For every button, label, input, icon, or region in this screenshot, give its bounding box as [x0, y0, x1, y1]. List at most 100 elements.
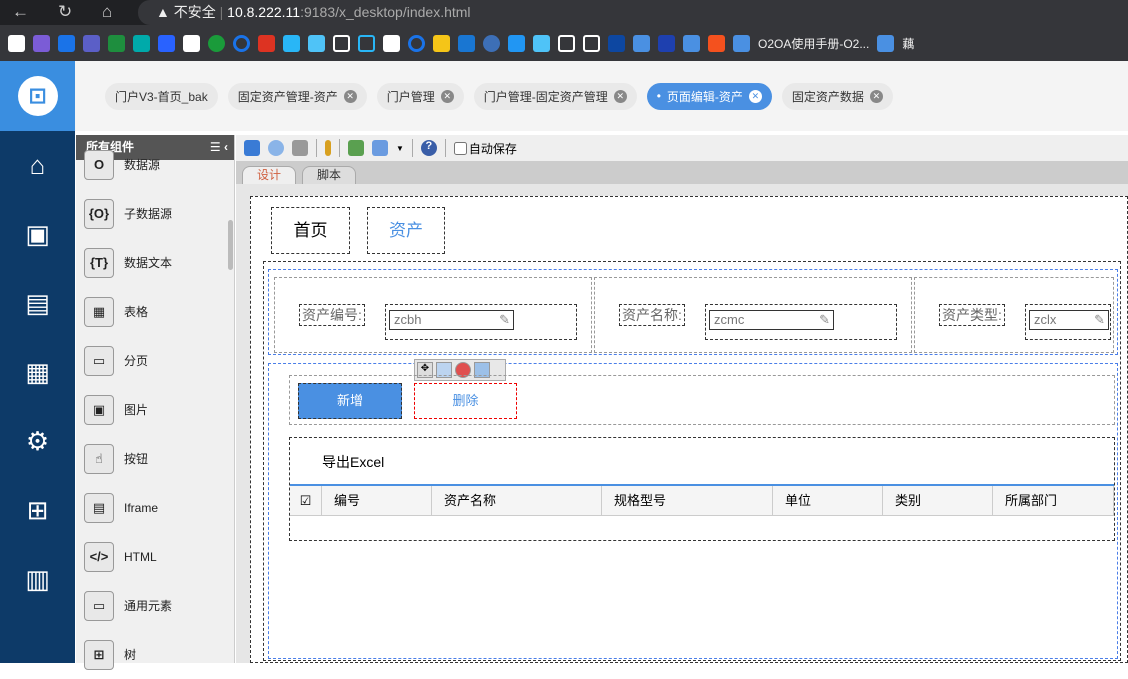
- component-icon: {O}: [84, 198, 114, 229]
- close-icon[interactable]: ✕: [869, 89, 883, 103]
- column-header[interactable]: 类别: [883, 486, 993, 515]
- window-tab[interactable]: 门户管理 ✕: [376, 82, 464, 110]
- close-icon[interactable]: ✕: [343, 89, 357, 103]
- bookmark-icon[interactable]: [108, 34, 125, 52]
- print-icon[interactable]: [292, 140, 308, 156]
- close-icon[interactable]: ✕: [748, 89, 762, 103]
- wand-icon[interactable]: [325, 140, 331, 156]
- component-item[interactable]: ▣ 图片: [76, 385, 234, 434]
- bookmark-icon[interactable]: [733, 34, 750, 52]
- bookmark-icon[interactable]: [583, 34, 600, 52]
- app-logo[interactable]: ⊡: [0, 61, 75, 131]
- bookmark-icon[interactable]: [633, 34, 650, 52]
- bookmark-icon[interactable]: [558, 34, 575, 52]
- bookmark-icon[interactable]: [283, 34, 300, 52]
- component-item[interactable]: {O} 子数据源: [76, 189, 234, 238]
- column-header[interactable]: 规格型号: [602, 486, 773, 515]
- bookmark-icon[interactable]: [458, 34, 475, 52]
- bookmark-icon[interactable]: [508, 34, 525, 52]
- bookmark-icon[interactable]: [483, 34, 500, 52]
- reload-icon[interactable]: ↻: [58, 2, 72, 22]
- close-icon[interactable]: ✕: [613, 89, 627, 103]
- bookmark-icon[interactable]: [383, 34, 400, 52]
- nav-home[interactable]: 首页: [271, 207, 350, 254]
- export-excel-button[interactable]: 导出Excel: [322, 452, 384, 472]
- home-icon[interactable]: ⌂: [102, 2, 112, 22]
- chart-icon[interactable]: ▥: [0, 545, 75, 614]
- field-input[interactable]: zclx ✎: [1029, 310, 1109, 330]
- column-header[interactable]: 资产名称: [432, 486, 602, 515]
- tab-design[interactable]: 设计: [242, 166, 297, 184]
- home-icon[interactable]: ⌂: [0, 131, 75, 200]
- bookmark-o2oa-manual[interactable]: O2OA使用手册-O2...: [758, 35, 869, 52]
- window-tab[interactable]: 固定资产数据 ✕: [781, 82, 893, 110]
- bookmark-icon[interactable]: [8, 34, 25, 52]
- component-item[interactable]: ▦ 表格: [76, 287, 234, 336]
- component-item[interactable]: ▭ 通用元素: [76, 581, 234, 630]
- add-button[interactable]: 新增: [298, 383, 402, 419]
- process-icon[interactable]: ⊞: [0, 476, 75, 545]
- column-header[interactable]: 单位: [773, 486, 883, 515]
- bookmark-icon[interactable]: [183, 34, 200, 52]
- desktop-user-icon[interactable]: ▣: [0, 200, 75, 269]
- component-item[interactable]: ⊞ 树: [76, 630, 234, 679]
- bookmark-icon[interactable]: [708, 34, 725, 52]
- window-tab[interactable]: 门户管理-固定资产管理 ✕: [473, 82, 637, 110]
- autosave-checkbox[interactable]: [453, 141, 467, 155]
- edit-icon[interactable]: ✎: [819, 311, 830, 329]
- field-input[interactable]: zcbh ✎: [389, 310, 514, 330]
- bookmark-icon[interactable]: [33, 34, 50, 52]
- bookmark-icon[interactable]: [683, 34, 700, 52]
- edit-icon[interactable]: ✎: [499, 311, 510, 329]
- window-tab[interactable]: • 页面编辑-资产 ✕: [646, 82, 772, 110]
- address-bar[interactable]: ▲ 不安全 | 10.8.222.11:9183/x_desktop/index…: [138, 0, 1128, 25]
- bookmark-icon[interactable]: [133, 34, 150, 52]
- chevron-down-icon[interactable]: ▼: [396, 144, 404, 153]
- bookmark-icon[interactable]: [158, 34, 175, 52]
- window-tab[interactable]: 固定资产管理-资产 ✕: [227, 82, 367, 110]
- save-icon[interactable]: [244, 140, 260, 156]
- nav-asset[interactable]: 资产: [367, 207, 445, 254]
- window-tab[interactable]: 门户V3-首页_bak: [105, 82, 218, 110]
- bookmark-icon[interactable]: [433, 34, 450, 52]
- close-icon[interactable]: ✕: [440, 89, 454, 103]
- bookmark-icon[interactable]: [258, 34, 275, 52]
- export-icon[interactable]: [372, 140, 388, 156]
- bookmark-icon[interactable]: [308, 34, 325, 52]
- bookmark-icon[interactable]: [877, 34, 895, 52]
- component-item[interactable]: ▭ 分页: [76, 336, 234, 385]
- component-item[interactable]: ▤ Iframe: [76, 483, 234, 532]
- collapse-icon[interactable]: ☰ ‹: [210, 135, 228, 160]
- preview-icon[interactable]: [268, 140, 284, 156]
- back-icon[interactable]: ←: [12, 2, 29, 22]
- bookmark-icon[interactable]: [408, 34, 425, 52]
- help-icon[interactable]: ?: [420, 140, 437, 156]
- bookmark-icon[interactable]: [533, 34, 550, 52]
- bookmark-icon[interactable]: [83, 34, 100, 52]
- bookmark-label[interactable]: 藕: [902, 35, 914, 52]
- page-form[interactable]: 首页 资产 资产编号: zcbh ✎ 资产名称: zcmc ✎ 资产类型: zclx…: [250, 196, 1128, 663]
- select-all-checkbox[interactable]: ☑: [290, 486, 322, 515]
- calendar-icon[interactable]: ▦: [0, 338, 75, 407]
- edit-icon[interactable]: ✎: [1094, 311, 1105, 329]
- news-icon[interactable]: ▤: [0, 269, 75, 338]
- bookmark-icon[interactable]: [658, 34, 675, 52]
- scrollbar[interactable]: [228, 220, 233, 270]
- bookmark-icon[interactable]: [208, 34, 225, 52]
- bookmark-icon[interactable]: [608, 34, 625, 52]
- bookmark-icon[interactable]: [233, 34, 250, 52]
- import-icon[interactable]: [348, 140, 364, 156]
- view-table: 导出Excel ☑ 编号 资产名称 规格型号 单位 类别 所属部门: [289, 437, 1115, 541]
- bookmark-icon[interactable]: [358, 34, 375, 52]
- delete-button[interactable]: 删除: [414, 383, 517, 419]
- component-item[interactable]: ☝ 按钮: [76, 434, 234, 483]
- column-header[interactable]: 所属部门: [993, 486, 1114, 515]
- bookmark-icon[interactable]: [58, 34, 75, 52]
- user-settings-icon[interactable]: ⚙: [0, 407, 75, 476]
- component-item[interactable]: </> HTML: [76, 532, 234, 581]
- tab-script[interactable]: 脚本: [302, 166, 357, 184]
- field-input[interactable]: zcmc ✎: [709, 310, 834, 330]
- column-header[interactable]: 编号: [322, 486, 432, 515]
- bookmark-icon[interactable]: [333, 34, 350, 52]
- component-item[interactable]: {T} 数据文本: [76, 238, 234, 287]
